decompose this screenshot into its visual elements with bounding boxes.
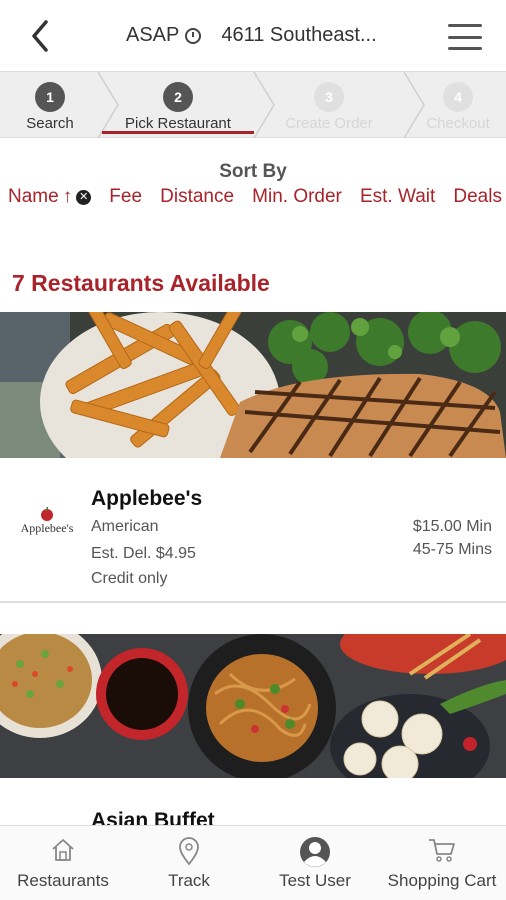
restaurant-image[interactable]	[0, 312, 506, 458]
apple-logo-icon	[41, 507, 53, 521]
food-photo-asian	[0, 634, 506, 778]
step-label: Search	[26, 115, 74, 132]
back-button[interactable]	[22, 16, 62, 56]
clock-icon	[185, 27, 202, 44]
restaurant-logo: Applebee's	[12, 506, 82, 546]
restaurant-cuisine: American	[91, 518, 159, 535]
step-label: Checkout	[426, 115, 490, 132]
restaurant-name: Applebee's	[91, 487, 203, 510]
arrow-up-icon: ↑	[62, 186, 73, 207]
payment-info: Credit only	[91, 570, 168, 587]
logo-text: Applebee's	[20, 521, 74, 535]
nav-label: Shopping Cart	[387, 871, 497, 890]
sort-by-distance[interactable]: Distance	[160, 186, 234, 208]
nav-label: Restaurants	[17, 871, 109, 890]
order-time: ASAP	[126, 24, 180, 46]
chevron-left-icon	[32, 20, 48, 52]
sort-by-est-wait[interactable]: Est. Wait	[360, 186, 435, 208]
restaurant-card-applebees[interactable]: Applebee's Applebee's American Est. Del.…	[0, 458, 506, 602]
min-order: $15.00 Min	[412, 518, 492, 535]
food-photo-fries-chicken	[0, 312, 506, 458]
hamburger-menu-icon[interactable]	[448, 24, 482, 50]
card-divider	[0, 601, 506, 603]
order-time-address[interactable]: ASAP 4611 Southeast...	[126, 24, 377, 47]
restaurants-count: 7 Restaurants Available	[12, 270, 270, 296]
nav-track[interactable]: Track	[126, 826, 252, 900]
active-step-indicator	[102, 131, 254, 134]
step-number: 4	[443, 82, 473, 112]
sort-by-name[interactable]: Name ↑ ✕	[8, 186, 92, 208]
sort-title: Sort By	[219, 161, 287, 182]
wait-time: 45-75 Mins	[412, 541, 492, 558]
delivery-address: 4611 Southeast...	[221, 24, 377, 46]
step-pick-restaurant[interactable]: 2 Pick Restaurant	[104, 72, 252, 138]
location-pin-icon	[179, 837, 199, 866]
progress-steps: 1 Search 2 Pick Restaurant 3 Create Orde…	[0, 72, 506, 138]
step-label: Create Order	[285, 115, 373, 132]
step-create-order: 3 Create Order	[270, 72, 388, 138]
clear-sort-icon[interactable]: ✕	[76, 189, 92, 205]
restaurant-card-asian-buffet[interactable]: Asian Buffet	[0, 778, 506, 828]
top-bar: ASAP 4611 Southeast...	[0, 0, 506, 72]
sort-option-label: Name	[8, 186, 59, 207]
sort-by-fee[interactable]: Fee	[109, 186, 142, 208]
nav-shopping-cart[interactable]: Shopping Cart	[378, 826, 506, 900]
step-search[interactable]: 1 Search	[10, 72, 90, 138]
sort-by-min-order[interactable]: Min. Order	[252, 186, 342, 208]
step-number: 2	[163, 82, 193, 112]
step-checkout: 4 Checkout	[418, 72, 498, 138]
sort-options: Name ↑ ✕ Fee Distance Min. Order Est. Wa…	[8, 186, 502, 208]
step-number: 3	[314, 82, 344, 112]
restaurant-image[interactable]	[0, 634, 506, 778]
step-number: 1	[35, 82, 65, 112]
home-icon	[52, 839, 74, 861]
nav-restaurants[interactable]: Restaurants	[0, 826, 126, 900]
nav-test-user[interactable]: Test User	[252, 826, 378, 900]
step-label: Pick Restaurant	[125, 115, 231, 132]
nav-label: Track	[168, 871, 210, 890]
shopping-cart-icon	[429, 839, 455, 862]
delivery-fee: Est. Del. $4.95	[91, 545, 196, 562]
sort-by-deals[interactable]: Deals	[453, 186, 502, 208]
bottom-navigation: Restaurants Track Test User Shopping Car…	[0, 825, 506, 900]
user-avatar-icon	[300, 837, 330, 867]
nav-label: Test User	[279, 871, 351, 890]
